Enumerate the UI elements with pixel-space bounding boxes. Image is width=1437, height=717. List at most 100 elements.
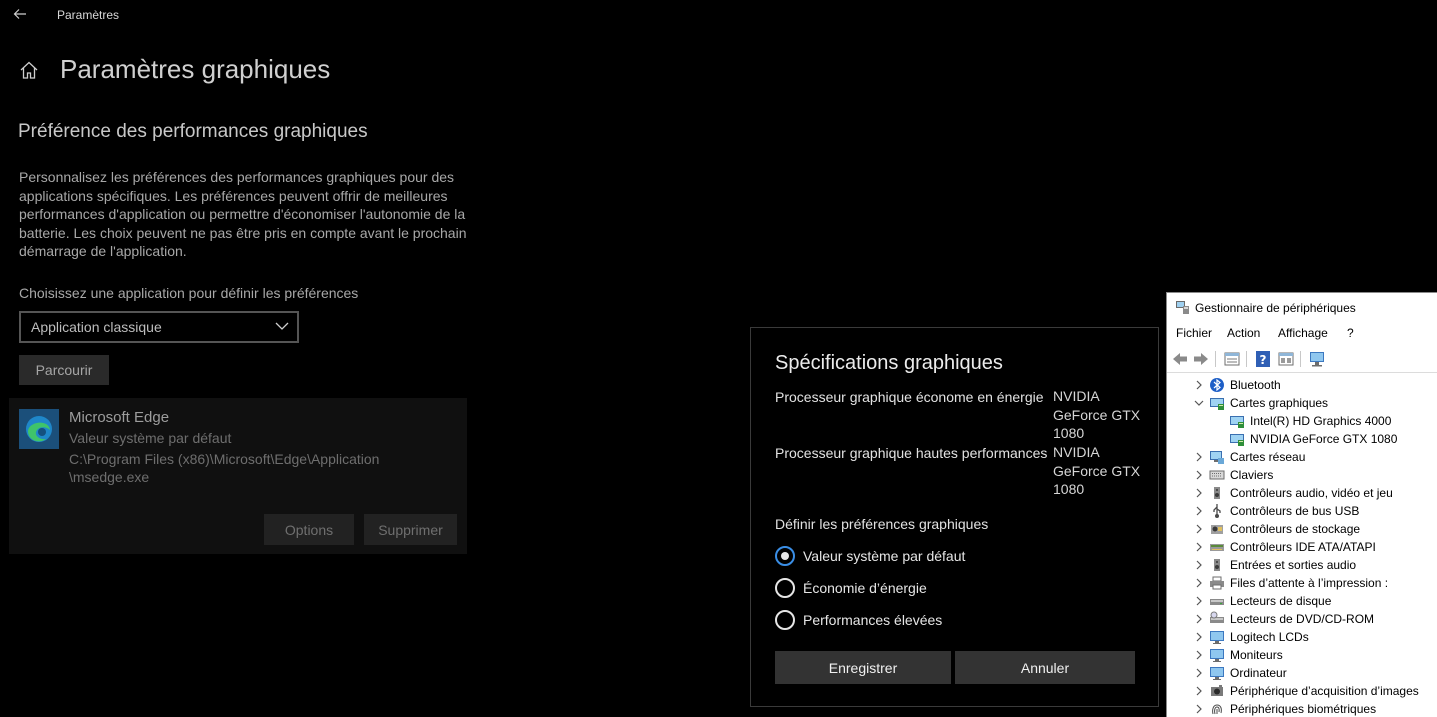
camera-icon: [1211, 685, 1223, 696]
keyboard-icon: [1209, 470, 1225, 480]
display-adapter-icon: [1210, 398, 1224, 410]
menu-view[interactable]: Affichage: [1278, 326, 1328, 340]
forward-arrow-icon[interactable]: [1192, 350, 1210, 368]
help-icon[interactable]: ?: [1254, 350, 1272, 368]
tree-row[interactable]: Cartes réseau: [1167, 448, 1437, 466]
tree-item-label: Contrôleurs de bus USB: [1230, 504, 1360, 518]
chevron-right-icon[interactable]: [1194, 380, 1204, 390]
app-name: Microsoft Edge: [69, 409, 170, 426]
tree-row[interactable]: Périphériques biométriques: [1167, 700, 1437, 717]
radio-button[interactable]: [775, 578, 795, 598]
toolbar-separator: [1300, 351, 1301, 367]
monitor-icon: [1210, 667, 1224, 680]
tree-item-label: Claviers: [1230, 468, 1274, 482]
tree-row[interactable]: Intel(R) HD Graphics 4000: [1167, 412, 1437, 430]
tree-row[interactable]: Lecteurs de DVD/CD-ROM: [1167, 610, 1437, 628]
tree-item-label: Ordinateur: [1230, 666, 1287, 680]
tree-row[interactable]: Logitech LCDs: [1167, 628, 1437, 646]
monitor-icon: [1210, 649, 1224, 662]
app-type-select[interactable]: Application classique: [19, 311, 299, 343]
app-type-selected-value: Application classique: [31, 319, 162, 335]
chevron-right-icon[interactable]: [1194, 686, 1204, 696]
chevron-right-icon[interactable]: [1194, 488, 1204, 498]
tree-item-label: Bluetooth: [1230, 378, 1281, 392]
radio-dot: [781, 552, 789, 560]
chevron-right-icon[interactable]: [1194, 596, 1204, 606]
app-card-microsoft-edge[interactable]: Microsoft Edge Valeur système par défaut…: [9, 398, 467, 554]
cancel-button[interactable]: Annuler: [955, 651, 1135, 684]
tree-row[interactable]: NVIDIA GeForce GTX 1080: [1167, 430, 1437, 448]
tree-item-label: Lecteurs de DVD/CD-ROM: [1230, 612, 1375, 626]
back-arrow-icon[interactable]: [12, 6, 28, 22]
printer-icon: [1210, 576, 1224, 590]
app-path-line2: \msedge.exe: [69, 469, 150, 485]
chevron-right-icon[interactable]: [1194, 704, 1204, 714]
dvd-drive-icon: [1210, 611, 1224, 623]
app-path-line1: C:\Program Files (x86)\Microsoft\Edge\Ap…: [69, 451, 380, 467]
window-title: Paramètres: [57, 8, 120, 22]
browse-button[interactable]: Parcourir: [19, 355, 109, 385]
tree-item-label: Entrées et sorties audio: [1230, 558, 1357, 572]
radio-button[interactable]: [775, 610, 795, 630]
tree-item-label: Cartes graphiques: [1230, 396, 1329, 410]
page-title: Paramètres graphiques: [60, 54, 331, 84]
spec-value-line: 1080: [1053, 481, 1085, 497]
toolbar-separator: [1246, 351, 1247, 367]
device-manager-titlebar: Gestionnaire de périphériques: [1167, 293, 1437, 323]
tree-row[interactable]: Contrôleurs de bus USB: [1167, 502, 1437, 520]
toolbar-separator: [1215, 351, 1216, 367]
device-manager-menubar: Fichier Action Affichage ?: [1167, 323, 1437, 345]
save-button[interactable]: Enregistrer: [775, 651, 951, 684]
tree-row[interactable]: Périphérique d’acquisition d’images: [1167, 682, 1437, 700]
tree-row[interactable]: Moniteurs: [1167, 646, 1437, 664]
tree-row[interactable]: Bluetooth: [1167, 376, 1437, 394]
spec-value-line: NVIDIA: [1053, 388, 1100, 404]
radio-label: Performances élevées: [803, 612, 943, 628]
menu-action[interactable]: Action: [1227, 326, 1260, 340]
tree-row[interactable]: Lecteurs de disque: [1167, 592, 1437, 610]
chevron-right-icon[interactable]: [1194, 452, 1204, 462]
section-title: Préférence des performances graphiques: [18, 121, 368, 142]
chevron-right-icon[interactable]: [1194, 632, 1204, 642]
chevron-right-icon[interactable]: [1194, 506, 1204, 516]
properties-icon[interactable]: [1223, 350, 1241, 368]
tree-item-label: Périphérique d’acquisition d’images: [1230, 684, 1419, 698]
tree-item-label: Lecteurs de disque: [1230, 594, 1332, 608]
chevron-right-icon[interactable]: [1194, 524, 1204, 534]
device-manager-toolbar: ?: [1167, 346, 1437, 373]
tree-row[interactable]: Claviers: [1167, 466, 1437, 484]
tree-item-label: Logitech LCDs: [1230, 630, 1309, 644]
radio-button-checked[interactable]: [775, 546, 795, 566]
graphics-specs-dialog: Spécifications graphiques Processeur gra…: [750, 327, 1159, 707]
chevron-right-icon[interactable]: [1194, 470, 1204, 480]
chevron-right-icon[interactable]: [1194, 668, 1204, 678]
display-adapter-icon: [1230, 434, 1244, 446]
tree-row[interactable]: Files d’attente à l’impression :: [1167, 574, 1437, 592]
update-driver-icon[interactable]: [1277, 350, 1295, 368]
back-arrow-icon[interactable]: [1171, 350, 1189, 368]
tree-row[interactable]: Contrôleurs de stockage: [1167, 520, 1437, 538]
tree-row[interactable]: Cartes graphiques: [1167, 394, 1437, 412]
fingerprint-icon: [1212, 704, 1222, 715]
delete-button[interactable]: Supprimer: [364, 514, 457, 545]
tree-item-label: Intel(R) HD Graphics 4000: [1250, 414, 1392, 428]
tree-row[interactable]: Ordinateur: [1167, 664, 1437, 682]
chevron-down-icon[interactable]: [1194, 398, 1204, 408]
scan-hardware-icon[interactable]: [1308, 350, 1326, 368]
chevron-right-icon[interactable]: [1194, 542, 1204, 552]
spec-value-line: GeForce GTX: [1053, 406, 1141, 423]
chevron-right-icon[interactable]: [1194, 650, 1204, 660]
tree-row[interactable]: Contrôleurs audio, vidéo et jeu: [1167, 484, 1437, 502]
device-manager-window: Gestionnaire de périphériques Fichier Ac…: [1166, 292, 1437, 717]
chevron-right-icon[interactable]: [1194, 614, 1204, 624]
menu-help[interactable]: ?: [1347, 326, 1354, 340]
tree-row[interactable]: Entrées et sorties audio: [1167, 556, 1437, 574]
tree-row[interactable]: Contrôleurs IDE ATA/ATAPI: [1167, 538, 1437, 556]
spec-label-high-performance: Processeur graphique hautes performances: [775, 445, 1048, 461]
menu-file[interactable]: Fichier: [1176, 326, 1212, 340]
chevron-right-icon[interactable]: [1194, 578, 1204, 588]
tree-item-label: Contrôleurs de stockage: [1230, 522, 1361, 536]
home-icon[interactable]: [18, 59, 40, 81]
options-button[interactable]: Options: [264, 514, 354, 545]
chevron-right-icon[interactable]: [1194, 560, 1204, 570]
